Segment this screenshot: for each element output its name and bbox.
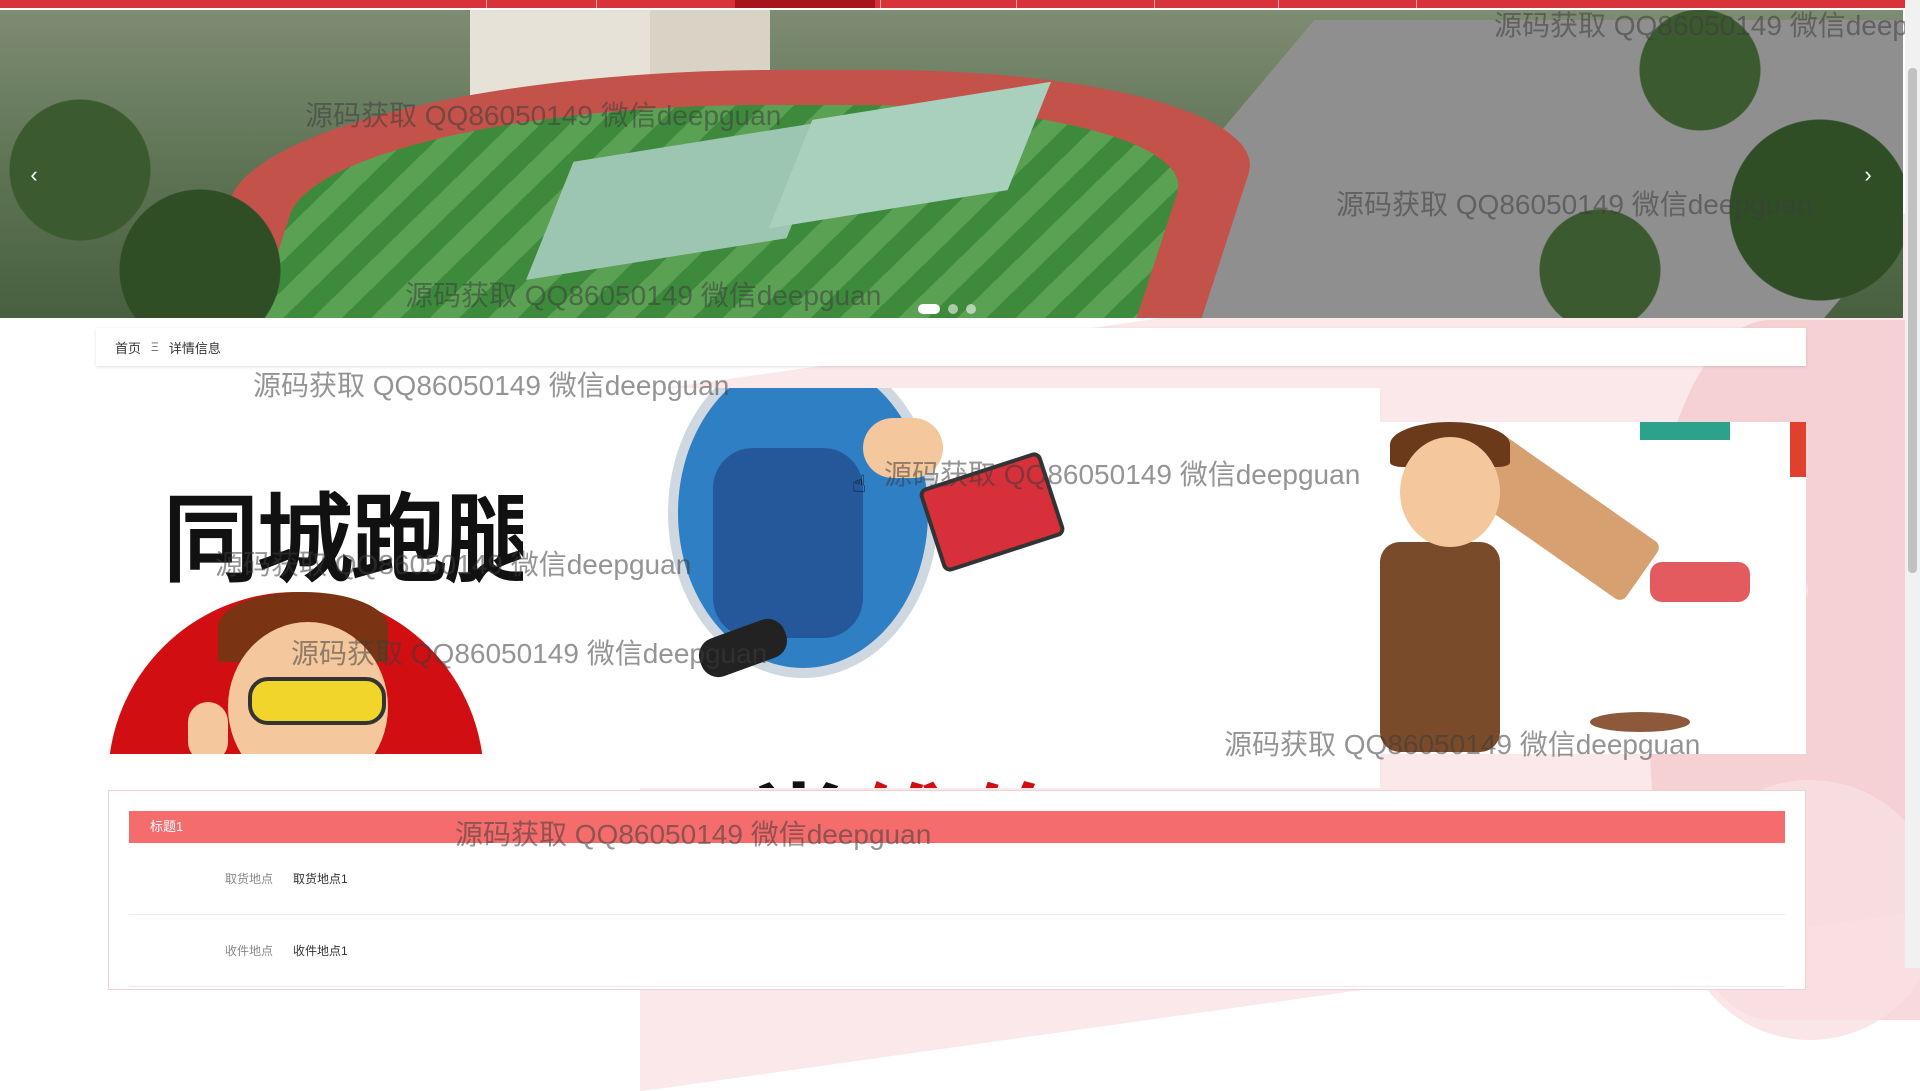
field-value: 收件地点1 <box>293 944 348 958</box>
breadcrumb-separator-icon: Ξ <box>151 340 159 354</box>
detail-title: 标题1 <box>129 811 1785 843</box>
breadcrumb-home-link[interactable]: 首页 <box>115 338 141 357</box>
slide-title: 日常维修 <box>633 748 1073 788</box>
carousel-slide[interactable] <box>1380 422 1806 754</box>
nav-item-active[interactable] <box>735 0 875 8</box>
slide-illustration <box>1640 422 1730 440</box>
slide-illustration <box>1790 422 1806 477</box>
banner-prev-arrow-icon[interactable]: ‹ <box>24 164 44 186</box>
banner-indicator <box>918 304 976 314</box>
field-label: 收件地点 <box>224 944 273 958</box>
nav-item[interactable] <box>486 0 487 8</box>
banner-dot[interactable] <box>948 304 958 314</box>
top-navigation <box>0 0 1920 8</box>
slide-illustration <box>1400 437 1500 547</box>
slide-illustration <box>863 418 943 478</box>
detail-row: 取货地点 取货地点1 <box>129 843 1785 915</box>
breadcrumb-current[interactable]: 详情信息 <box>169 338 221 357</box>
slide-illustration <box>1380 542 1500 752</box>
carousel-prev-arrow-icon[interactable]: ‹ <box>112 572 148 608</box>
nav-item[interactable] <box>1278 0 1279 8</box>
slide-illustration <box>248 677 386 725</box>
nav-item[interactable] <box>1416 0 1417 8</box>
slide-title: 同城跑腿 <box>163 484 523 596</box>
detail-panel: 标题1 取货地点 取货地点1 收件地点 收件地点1 <box>108 790 1806 990</box>
slide-title-black: 日常 <box>633 774 853 788</box>
slide-illustration <box>713 448 863 638</box>
breadcrumb: 首页 Ξ 详情信息 <box>96 328 1806 366</box>
banner-next-arrow-icon[interactable]: › <box>1858 164 1878 186</box>
field-value: 取货地点1 <box>293 872 348 886</box>
slide-illustration <box>1590 712 1690 732</box>
banner-carousel: ‹ › <box>0 10 1903 318</box>
sofa-icon <box>1650 562 1750 602</box>
toolbox-icon <box>917 450 1067 574</box>
slide-illustration <box>188 702 228 754</box>
page-scrollbar[interactable] <box>1905 0 1920 968</box>
detail-row: 收件地点 收件地点1 <box>129 915 1785 987</box>
scrollbar-thumb[interactable] <box>1908 68 1917 573</box>
banner-dot[interactable] <box>966 304 976 314</box>
field-label: 取货地点 <box>224 872 273 886</box>
carousel-next-arrow-icon[interactable]: › <box>1772 572 1808 608</box>
detail-image-carousel: 同城跑腿 日常维修 ‹ › <box>108 388 1808 788</box>
nav-item[interactable] <box>1016 0 1017 8</box>
carousel-slide-active[interactable]: 日常维修 <box>523 388 1380 788</box>
slide-title-red: 维修 <box>853 774 1073 788</box>
carousel-slide[interactable]: 同城跑腿 <box>108 422 523 754</box>
nav-item[interactable] <box>1154 0 1155 8</box>
nav-item[interactable] <box>596 0 597 8</box>
hand-cursor-icon: ☝ <box>852 471 867 498</box>
banner-image <box>0 10 1903 318</box>
banner-dot[interactable] <box>918 304 940 314</box>
nav-item[interactable] <box>880 0 881 8</box>
